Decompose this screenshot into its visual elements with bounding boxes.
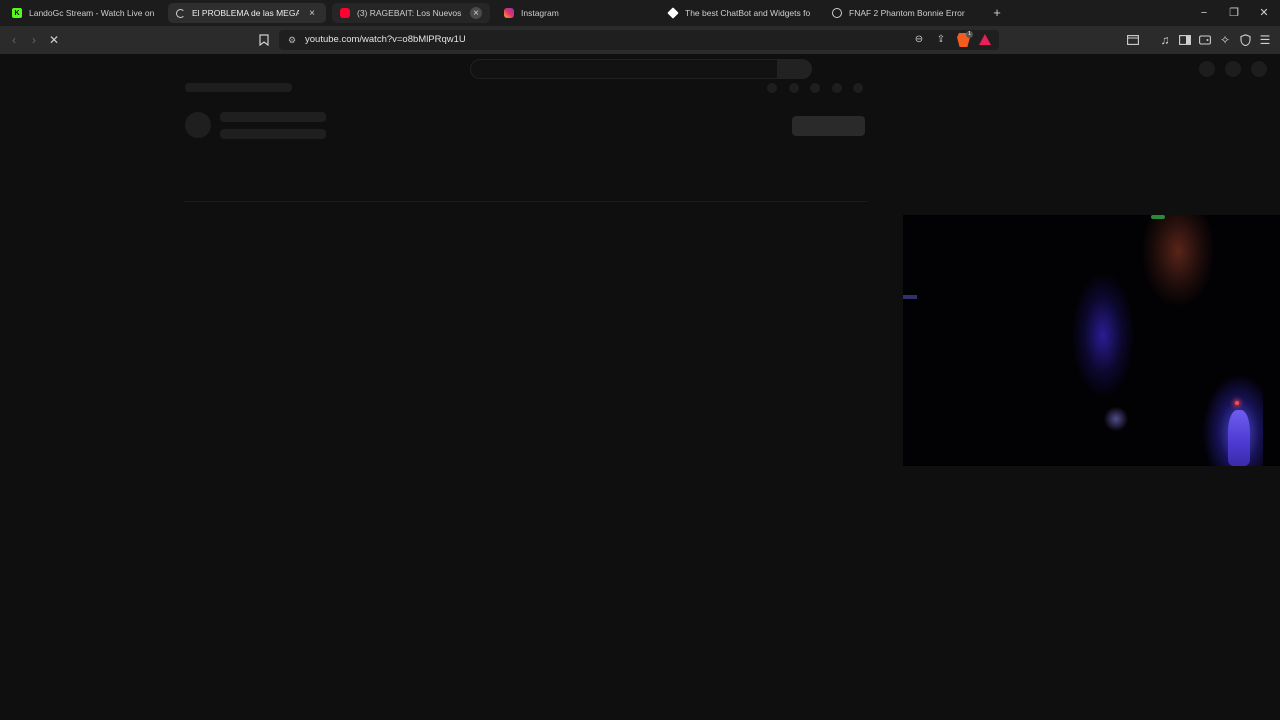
brave-rewards-icon[interactable]: [979, 34, 991, 45]
minimize-button[interactable]: −: [1197, 5, 1211, 21]
subscriber-count-skeleton: [220, 129, 326, 139]
menu-button[interactable]: ☰: [1257, 32, 1273, 48]
action-skeleton: [853, 83, 863, 93]
video-frame-region: [1143, 215, 1213, 305]
tab-title: (3) RAGEBAIT: Los Nuevos TROLL: [357, 8, 463, 18]
site-info-icon[interactable]: ⚙: [286, 33, 298, 47]
chevron-right-icon: ›: [32, 33, 36, 47]
youtube-icon: [340, 8, 350, 18]
search-input-skeleton: [470, 59, 778, 79]
video-frame-light: [1235, 401, 1239, 405]
restore-button[interactable]: ❐: [1227, 5, 1241, 21]
new-tab-button[interactable]: +: [990, 5, 1004, 21]
tab-search-button[interactable]: [1125, 32, 1141, 48]
action-skeleton: [767, 83, 777, 93]
zoom-icon[interactable]: ⊖: [911, 32, 927, 48]
wallet-button[interactable]: [1197, 32, 1213, 48]
channel-avatar-skeleton: [185, 112, 211, 138]
hamburger-icon: ☰: [1259, 33, 1271, 47]
tab-megaiglesias[interactable]: El PROBLEMA de las MEGAIGLESIAS ×: [168, 3, 326, 23]
video-title-skeleton: [185, 83, 292, 92]
tab-title: El PROBLEMA de las MEGAIGLESIAS: [192, 8, 299, 18]
stop-loading-button[interactable]: ✕: [46, 32, 62, 48]
music-icon: ♫: [1160, 33, 1170, 47]
search-button-skeleton: [778, 59, 812, 79]
sidebar-button[interactable]: [1177, 32, 1193, 48]
leo-ai-button[interactable]: ✧: [1217, 32, 1233, 48]
tab-title: Instagram: [521, 8, 559, 18]
botrix-icon: [667, 7, 679, 19]
vpn-button[interactable]: [1237, 32, 1253, 48]
loading-icon: [176, 8, 185, 18]
video-player[interactable]: [903, 215, 1280, 466]
video-frame-region: [1073, 275, 1133, 395]
wallet-icon: [1199, 35, 1211, 45]
channel-name-skeleton: [220, 112, 326, 122]
tab-title: The best ChatBot and Widgets for Kick: [685, 8, 810, 18]
close-window-button[interactable]: ✕: [1257, 5, 1271, 21]
bookmark-icon: [259, 34, 269, 46]
avatar-skeleton: [1251, 61, 1267, 77]
share-icon[interactable]: ⇪: [933, 32, 949, 48]
shield-icon: [1239, 34, 1251, 46]
page-content: [0, 54, 1280, 720]
tab-ragebait[interactable]: (3) RAGEBAIT: Los Nuevos TROLL ×: [332, 3, 490, 23]
tab-botrix[interactable]: The best ChatBot and Widgets for Kick: [660, 3, 818, 23]
bookmark-button[interactable]: [256, 32, 272, 48]
tab-title: LandoGc Stream - Watch Live on Kick: [29, 8, 154, 18]
divider: [184, 201, 868, 202]
action-skeleton: [810, 83, 820, 93]
url-text[interactable]: youtube.com/watch?v=o8bMlPRqw1U: [305, 34, 466, 45]
chevron-left-icon: ‹: [12, 33, 16, 47]
close-icon[interactable]: ×: [306, 7, 318, 19]
address-bar[interactable]: ⚙ youtube.com/watch?v=o8bMlPRqw1U ⊖ ⇪ 1: [279, 30, 999, 50]
window-icon: [1127, 35, 1139, 45]
subscribe-button-skeleton: [792, 116, 865, 136]
sidebar-icon: [1179, 35, 1191, 45]
instagram-icon: [504, 8, 514, 18]
close-icon[interactable]: ×: [470, 7, 482, 19]
tab-kick[interactable]: K LandoGc Stream - Watch Live on Kick: [4, 3, 162, 23]
header-icon-skeleton: [1225, 61, 1241, 77]
openai-icon: [832, 8, 842, 18]
header-icon-skeleton: [1199, 61, 1215, 77]
back-button[interactable]: ‹: [6, 32, 22, 48]
video-frame-region: [1101, 405, 1131, 433]
action-skeleton: [832, 83, 842, 93]
kick-icon: K: [12, 8, 22, 18]
action-skeleton: [789, 83, 799, 93]
shields-count-badge: 1: [966, 31, 973, 38]
video-frame-region: [1151, 215, 1165, 219]
tab-fnaf[interactable]: FNAF 2 Phantom Bonnie Error: [824, 3, 982, 23]
tab-title: FNAF 2 Phantom Bonnie Error: [849, 8, 965, 18]
tab-strip: K LandoGc Stream - Watch Live on Kick El…: [0, 0, 1280, 26]
tab-instagram[interactable]: Instagram: [496, 3, 654, 23]
forward-button[interactable]: ›: [26, 32, 42, 48]
video-frame-region: [903, 295, 917, 299]
close-icon: ✕: [48, 33, 60, 47]
sparkle-icon: ✧: [1219, 33, 1231, 47]
media-button[interactable]: ♫: [1157, 32, 1173, 48]
video-frame-figure: [1228, 410, 1250, 466]
